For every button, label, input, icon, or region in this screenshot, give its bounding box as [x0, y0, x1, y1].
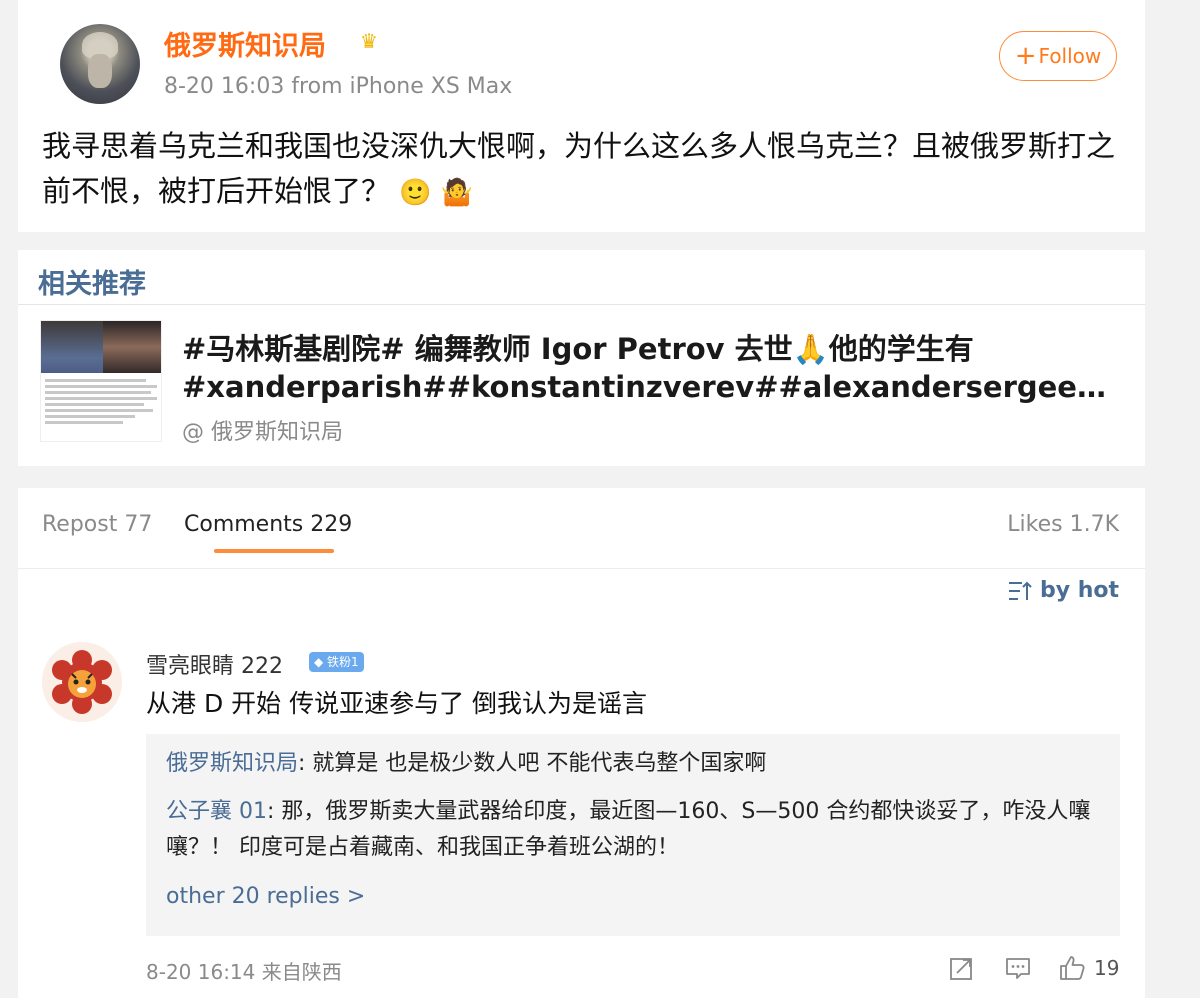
reply-item: 俄罗斯知识局: 就算是 也是极少数人吧 不能代表乌整个国家啊 [166, 746, 766, 782]
crown-icon: ♛ [360, 29, 378, 53]
post-text: 我寻思着乌克兰和我国也没深仇大恨啊，为什么这么多人恨乌克兰？且被俄罗斯打之前不恨… [42, 124, 1122, 216]
fan-badge-label: 铁粉1 [327, 655, 359, 669]
thumbnail-caption-lines [45, 379, 157, 427]
tab-comments[interactable]: Comments 229 [184, 512, 352, 537]
author-avatar[interactable] [60, 24, 140, 104]
repost-icon[interactable] [948, 954, 976, 982]
post-body: 我寻思着乌克兰和我国也没深仇大恨啊，为什么这么多人恨乌克兰？且被俄罗斯打之前不恨… [42, 129, 1116, 208]
active-tab-indicator [214, 549, 334, 553]
replies-box[interactable]: 俄罗斯知识局: 就算是 也是极少数人吧 不能代表乌整个国家啊 公子襄 01: 那… [146, 734, 1120, 936]
related-card: 相关推荐 #马林斯基剧院# 编舞教师 Igor Petrov 去世🙏他的学生有 … [18, 250, 1145, 466]
comment-icon[interactable] [1004, 954, 1032, 982]
shrug-emoji-icon: 🤷 [440, 177, 474, 208]
related-thumbnail[interactable] [40, 320, 162, 442]
comment-meta: 8-20 16:14 来自陕西 [146, 960, 342, 984]
related-post-line2[interactable]: #xanderparish##konstantinzverev##alexand… [182, 370, 1112, 404]
post-card: 俄罗斯知识局 ♛ 8-20 16:03 from iPhone XS Max +… [18, 0, 1145, 232]
related-title: 相关推荐 [38, 269, 146, 300]
reply-item: 公子襄 01: 那，俄罗斯卖大量武器给印度，最近图—160、S—500 合约都快… [166, 794, 1106, 866]
comment-text: 从港 D 开始 传说亚速参与了 倒我认为是谣言 [146, 689, 648, 718]
commenter-name[interactable]: 雪亮眼睛 222 [146, 648, 283, 680]
related-source[interactable]: @ 俄罗斯知识局 [182, 414, 343, 446]
follow-label: Follow [1038, 44, 1102, 68]
reply-author[interactable]: 俄罗斯知识局 [166, 751, 298, 776]
tiger-avatar-icon [42, 642, 122, 722]
follow-button[interactable]: + Follow [999, 31, 1117, 81]
thumbs-up-icon[interactable] [1058, 954, 1086, 982]
post-meta: 8-20 16:03 from iPhone XS Max [164, 74, 513, 99]
plus-icon: + [1014, 41, 1037, 71]
author-name[interactable]: 俄罗斯知识局 [164, 24, 326, 63]
smile-emoji-icon: 🙂 [399, 177, 432, 208]
reply-text: : 那，俄罗斯卖大量武器给印度，最近图—160、S—500 合约都快谈妥了，咋没… [166, 799, 1091, 860]
thumbnail-photo [103, 321, 161, 373]
like-count: 19 [1094, 956, 1120, 980]
more-replies-link[interactable]: other 20 replies > [166, 884, 365, 909]
reply-author[interactable]: 公子襄 01 [166, 799, 267, 824]
comments-card: Repost 77 Comments 229 Likes 1.7K by hot [18, 488, 1145, 998]
sort-label: by hot [1039, 578, 1119, 603]
commenter-avatar[interactable] [42, 642, 122, 722]
reply-text: : 就算是 也是极少数人吧 不能代表乌整个国家啊 [298, 751, 767, 776]
divider [18, 304, 1145, 305]
sort-icon [1008, 581, 1032, 600]
related-post-line1[interactable]: #马林斯基剧院# 编舞教师 Igor Petrov 去世🙏他的学生有 [182, 326, 974, 368]
thumbnail-photo [41, 321, 103, 373]
divider [18, 568, 1145, 569]
tab-likes[interactable]: Likes 1.7K [1007, 512, 1119, 537]
fan-badge: ◆ 铁粉1 [309, 652, 364, 672]
tab-repost[interactable]: Repost 77 [42, 512, 152, 537]
sort-button[interactable]: by hot [1008, 578, 1119, 603]
